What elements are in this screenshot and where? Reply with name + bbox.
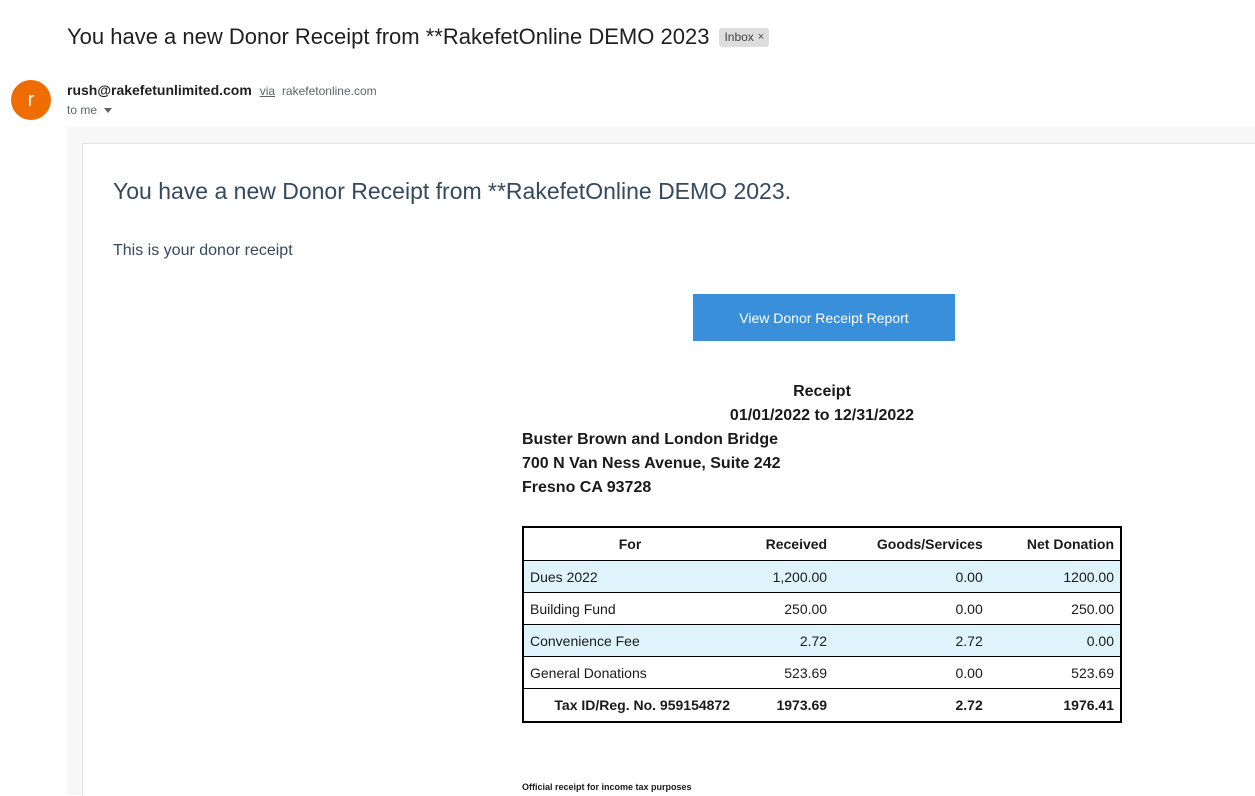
column-header-received: Received [736, 527, 834, 561]
row-net-donation: 1200.00 [988, 560, 1121, 593]
total-goods-services: 2.72 [955, 697, 983, 713]
table-row: Building Fund 250.00 0.00 250.00 [523, 592, 1121, 625]
receipt-date-range: 01/01/2022 to 12/31/2022 [729, 407, 915, 424]
address-line-city: Fresno CA 93728 [522, 479, 652, 496]
row-goods-services: 0.00 [833, 592, 989, 625]
row-for: Building Fund [523, 592, 736, 625]
column-header-net-donation: Net Donation [988, 527, 1121, 561]
caret-down-icon [104, 107, 113, 113]
remove-label-icon[interactable]: × [758, 30, 764, 45]
row-received: 250.00 [736, 592, 834, 625]
row-net-donation: 523.69 [988, 656, 1121, 689]
sender-line: rush@rakefetunlimited.com via rakefetonl… [67, 82, 377, 98]
row-goods-services: 2.72 [833, 624, 989, 657]
row-received: 523.69 [736, 656, 834, 689]
inbox-label-chip[interactable]: Inbox × [719, 27, 770, 47]
email-subject: You have a new Donor Receipt from **Rake… [67, 24, 710, 49]
row-received: 2.72 [736, 624, 834, 657]
view-donor-receipt-button[interactable]: View Donor Receipt Report [693, 294, 955, 341]
via-link[interactable]: via [260, 84, 275, 98]
row-goods-services: 0.00 [833, 656, 989, 689]
email-subject-row: You have a new Donor Receipt from **Rake… [67, 24, 770, 50]
tax-id-label: Tax ID/Reg. No. 959154872 [554, 697, 730, 713]
inbox-label-text: Inbox [724, 29, 754, 44]
row-for: Convenience Fee [523, 624, 736, 657]
message-title: You have a new Donor Receipt from **Rake… [113, 178, 792, 204]
receipt-table: For Received Goods/Services Net Donation… [522, 526, 1122, 723]
address-line-street: 700 N Van Ness Avenue, Suite 242 [522, 455, 781, 472]
row-for: Dues 2022 [523, 560, 736, 593]
table-row: General Donations 523.69 0.00 523.69 [523, 656, 1121, 689]
message-intro: This is your donor receipt [113, 242, 293, 259]
via-domain: rakefetonline.com [281, 84, 377, 98]
total-net-donation: 1976.41 [1063, 697, 1114, 713]
sender-email[interactable]: rush@rakefetunlimited.com [67, 82, 252, 98]
table-row: Dues 2022 1,200.00 0.00 1200.00 [523, 560, 1121, 593]
column-header-for: For [523, 527, 736, 561]
address-line-name: Buster Brown and London Bridge [522, 431, 778, 448]
recipient-text: to me [67, 103, 98, 117]
row-received: 1,200.00 [736, 560, 834, 593]
sender-avatar[interactable]: r [11, 80, 51, 120]
official-receipt-note: Official receipt for income tax purposes [522, 782, 692, 792]
total-received: 1973.69 [776, 697, 828, 713]
recipient-details-toggle[interactable]: to me [67, 103, 113, 117]
table-header-row: For Received Goods/Services Net Donation [523, 527, 1121, 561]
row-for: General Donations [523, 656, 736, 689]
row-net-donation: 250.00 [988, 592, 1121, 625]
row-net-donation: 0.00 [988, 624, 1121, 657]
table-row: Convenience Fee 2.72 2.72 0.00 [523, 624, 1121, 657]
row-goods-services: 0.00 [833, 560, 989, 593]
column-header-goods-services: Goods/Services [833, 527, 989, 561]
table-total-row: Tax ID/Reg. No. 959154872 1973.69 2.72 1… [523, 689, 1121, 723]
receipt-heading: Receipt [793, 383, 851, 400]
